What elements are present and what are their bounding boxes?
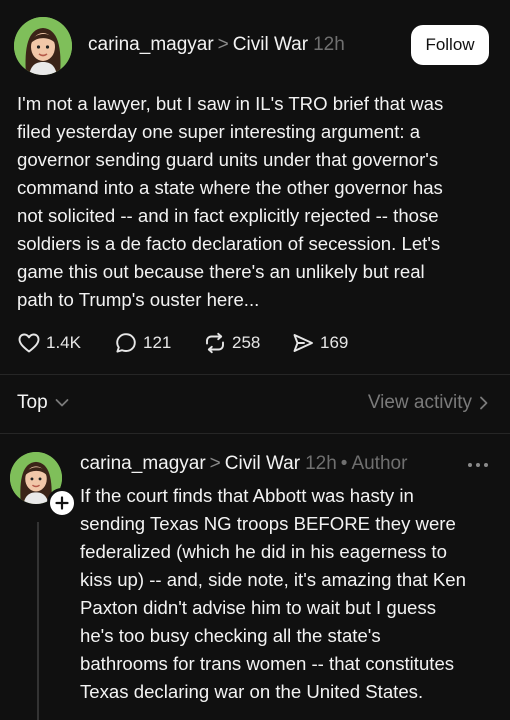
post-body-line: filed yesterday one super interesting ar…: [17, 121, 421, 142]
post-body-line: governor sending guard units under that …: [17, 149, 439, 170]
post-body-line: I'm not a lawyer, but I saw in IL's TRO …: [17, 93, 444, 114]
breadcrumb-separator: >: [217, 34, 229, 55]
reply-body: If the court finds that Abbott was hasty…: [80, 482, 500, 706]
reply-timestamp: 12h: [305, 453, 337, 474]
thread-line: [37, 522, 39, 720]
reply-body-line: If the court finds that Abbott was hasty…: [80, 485, 414, 506]
reply-count: 121: [143, 333, 172, 352]
breadcrumb-separator: >: [209, 453, 221, 474]
repost-icon: [206, 332, 224, 354]
send-icon: [293, 334, 313, 352]
comment-bubble-icon: [116, 333, 136, 353]
repost-button[interactable]: 258: [203, 329, 260, 357]
repost-count: 258: [232, 333, 261, 352]
more-options-button[interactable]: [466, 458, 490, 470]
author-tag: Author: [351, 453, 408, 474]
post-body-line: soldiers is a de facto declaration of se…: [17, 233, 441, 254]
sort-label: Top: [17, 392, 48, 413]
heart-icon: [18, 333, 40, 353]
post-body-line: path to Trump's ouster here...: [17, 289, 260, 310]
post-body-line: not solicited -- and in fact explicitly …: [17, 205, 439, 226]
ellipsis-icon: [468, 463, 488, 467]
follow-plus-button[interactable]: [47, 488, 77, 518]
post-body-line: game this out because there's an unlikel…: [17, 261, 425, 282]
like-count: 1.4K: [46, 333, 81, 352]
post-header: carina_magyar > Civil War 12h: [88, 33, 345, 57]
avatar-woman-cartoon-icon: [14, 17, 72, 75]
avatar[interactable]: [14, 17, 72, 75]
reply-body-line: Texas declaring war on the United States…: [80, 681, 424, 702]
reply-body-line: Paxton didn't advise him to wait but I g…: [80, 597, 436, 618]
divider: [0, 433, 510, 434]
view-activity-label: View activity: [367, 392, 472, 413]
username-link[interactable]: carina_magyar: [88, 34, 214, 55]
divider: [0, 374, 510, 375]
share-count: 169: [320, 333, 349, 352]
community-link[interactable]: Civil War: [233, 34, 308, 55]
reply-body-line: federalized (which he did in his eagerne…: [80, 541, 447, 562]
reply-button[interactable]: 121: [114, 329, 171, 357]
post-body-line: command into a state where the other gov…: [17, 177, 443, 198]
plus-icon: [55, 496, 69, 510]
dot-separator: •: [340, 453, 348, 474]
username-link[interactable]: carina_magyar: [80, 453, 206, 474]
sort-dropdown[interactable]: Top: [17, 391, 69, 415]
reply-body-line: kiss up) -- and, side note, it's amazing…: [80, 569, 466, 590]
reply-header: carina_magyar > Civil War 12h • Author: [80, 452, 407, 476]
reply-body-line: bathrooms for trans women -- that consti…: [80, 653, 455, 674]
like-button[interactable]: 1.4K: [17, 329, 81, 357]
community-link[interactable]: Civil War: [225, 453, 300, 474]
chevron-right-icon: [480, 396, 488, 410]
view-activity-link[interactable]: View activity: [368, 391, 488, 415]
chevron-down-icon: [55, 399, 69, 407]
post-timestamp: 12h: [313, 34, 345, 55]
reply-body-line: sending Texas NG troops BEFORE they were: [80, 513, 456, 534]
post-body: I'm not a lawyer, but I saw in IL's TRO …: [17, 90, 495, 314]
reply-body-line: he's too busy checking all the state's: [80, 625, 381, 646]
follow-button[interactable]: Follow: [411, 25, 489, 65]
share-button[interactable]: 169: [291, 329, 348, 357]
